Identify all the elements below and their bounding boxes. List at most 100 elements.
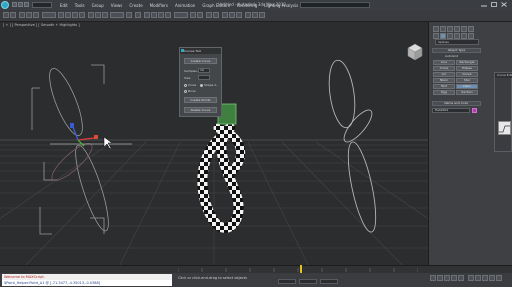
undo-icon[interactable] <box>3 12 9 18</box>
cross-radio[interactable] <box>184 84 187 87</box>
zoom-extents-icon[interactable] <box>468 275 474 281</box>
layer-manager-icon[interactable] <box>206 12 212 18</box>
render-setup-icon[interactable] <box>245 12 251 18</box>
shape-a-radio[interactable] <box>200 84 203 87</box>
utilities-tab-icon[interactable] <box>468 26 474 32</box>
app-logo-icon[interactable] <box>1 1 9 9</box>
samples-spinner[interactable]: 10 <box>198 68 210 73</box>
object-color-swatch[interactable] <box>472 108 477 113</box>
create-curve-button[interactable]: Create Curve <box>184 58 217 64</box>
save-file-icon[interactable] <box>24 2 29 7</box>
bind-space-warp-icon[interactable] <box>33 12 39 18</box>
ngon-button[interactable]: NGon <box>433 78 455 83</box>
unlink-icon[interactable] <box>26 12 32 18</box>
dialog-title[interactable]: Curves Tool <box>180 48 221 54</box>
select-by-name-icon[interactable] <box>65 12 71 18</box>
scale-icon[interactable] <box>102 12 108 18</box>
select-and-manipulate-icon[interactable] <box>135 12 141 18</box>
link-icon[interactable] <box>19 12 25 18</box>
menu-views[interactable]: Views <box>111 3 123 8</box>
render-production-icon[interactable] <box>259 12 265 18</box>
mirror-icon[interactable] <box>190 12 196 18</box>
section-button[interactable]: Section <box>456 90 478 95</box>
create-tab-icon[interactable] <box>433 26 439 32</box>
curve-editor-title[interactable]: Curve Editor <box>495 73 512 78</box>
open-file-icon[interactable] <box>18 2 23 7</box>
percent-snap-icon[interactable] <box>158 12 164 18</box>
z-coordinate-field[interactable] <box>320 279 338 284</box>
line-button[interactable]: Line <box>433 60 455 65</box>
move-icon[interactable] <box>88 12 94 18</box>
reference-coordinate-dropdown[interactable] <box>110 12 124 18</box>
size-spinner[interactable] <box>198 75 210 80</box>
timeline-ticks[interactable] <box>178 266 418 272</box>
curve-graph[interactable] <box>498 121 511 135</box>
arc-button[interactable]: Arc <box>433 72 455 77</box>
selection-filter-dropdown[interactable] <box>42 12 56 18</box>
spinner-snap-icon[interactable] <box>165 12 171 18</box>
close-icon[interactable] <box>500 1 508 8</box>
menu-group[interactable]: Group <box>92 3 104 8</box>
schematic-view-icon[interactable] <box>229 12 235 18</box>
previous-frame-icon[interactable] <box>437 275 443 281</box>
delete-curve-button[interactable]: Delete Curve <box>184 107 217 113</box>
motion-tab-icon[interactable] <box>454 26 460 32</box>
go-to-end-icon[interactable] <box>458 275 464 281</box>
helix-button[interactable]: Helix <box>456 84 478 89</box>
maximize-viewport-icon[interactable] <box>496 275 502 281</box>
curves-tool-dialog[interactable]: Curves Tool Create Curve Samples: 10 Siz… <box>179 47 222 117</box>
pan-view-icon[interactable] <box>475 275 481 281</box>
menu-edit[interactable]: Edit <box>60 3 68 8</box>
new-file-icon[interactable] <box>12 2 17 7</box>
select-object-icon[interactable] <box>58 12 64 18</box>
egg-button[interactable]: Egg <box>433 90 455 95</box>
orbit-icon[interactable] <box>482 275 488 281</box>
hierarchy-tab-icon[interactable] <box>447 26 453 32</box>
menu-animation[interactable]: Animation <box>175 3 195 8</box>
maxscript-listener-input[interactable]: $Point_Helper:Point_A1 @ [-71.3477,-4.35… <box>2 280 172 286</box>
name-and-color-rollout[interactable]: Name and Color <box>432 101 481 106</box>
angle-snap-icon[interactable] <box>151 12 157 18</box>
workspace-dropdown[interactable] <box>32 2 52 8</box>
redo-icon[interactable] <box>10 12 16 18</box>
named-selection-dropdown[interactable] <box>174 12 188 18</box>
search-input[interactable] <box>300 2 370 8</box>
maximize-icon[interactable] <box>490 1 498 8</box>
rotate-icon[interactable] <box>95 12 101 18</box>
display-tab-icon[interactable] <box>461 26 467 32</box>
object-name-field[interactable]: Helix001 <box>432 108 470 113</box>
rectangle-button[interactable]: Rectangle <box>456 60 478 65</box>
circle-button[interactable]: Circle <box>433 66 455 71</box>
next-frame-icon[interactable] <box>451 275 457 281</box>
rectangular-selection-icon[interactable] <box>72 12 78 18</box>
rendered-frame-window-icon[interactable] <box>252 12 258 18</box>
curve-editor-icon[interactable] <box>222 12 228 18</box>
menu-tools[interactable]: Tools <box>75 3 85 8</box>
curve-editor-panel[interactable]: Curve Editor <box>494 72 512 152</box>
graphite-ribbon-icon[interactable] <box>213 12 219 18</box>
pivot-center-icon[interactable] <box>126 12 132 18</box>
create-points-button[interactable]: Create Points <box>184 97 217 103</box>
donut-button[interactable]: Donut <box>456 72 478 77</box>
align-icon[interactable] <box>197 12 203 18</box>
menu-create[interactable]: Create <box>129 3 142 8</box>
snaps-toggle-icon[interactable] <box>144 12 150 18</box>
play-icon[interactable] <box>444 275 450 281</box>
y-coordinate-field[interactable] <box>299 279 317 284</box>
field-of-view-icon[interactable] <box>489 275 495 281</box>
bone-radio[interactable] <box>184 90 187 93</box>
ellipse-button[interactable]: Ellipse <box>456 66 478 71</box>
time-slider-handle[interactable] <box>300 265 302 273</box>
window-crossing-icon[interactable] <box>79 12 85 18</box>
go-to-start-icon[interactable] <box>430 275 436 281</box>
menu-modifiers[interactable]: Modifiers <box>150 3 168 8</box>
autogrid-checkbox[interactable]: AutoGrid <box>445 54 458 58</box>
modify-tab-icon[interactable] <box>440 26 446 32</box>
material-editor-icon[interactable] <box>236 12 242 18</box>
star-button[interactable]: Star <box>456 78 478 83</box>
category-dropdown[interactable]: Splines <box>435 39 479 45</box>
minimize-icon[interactable] <box>480 1 488 8</box>
x-coordinate-field[interactable] <box>278 279 296 284</box>
object-type-rollout[interactable]: Object Type <box>432 48 481 53</box>
text-button[interactable]: Text <box>433 84 455 89</box>
